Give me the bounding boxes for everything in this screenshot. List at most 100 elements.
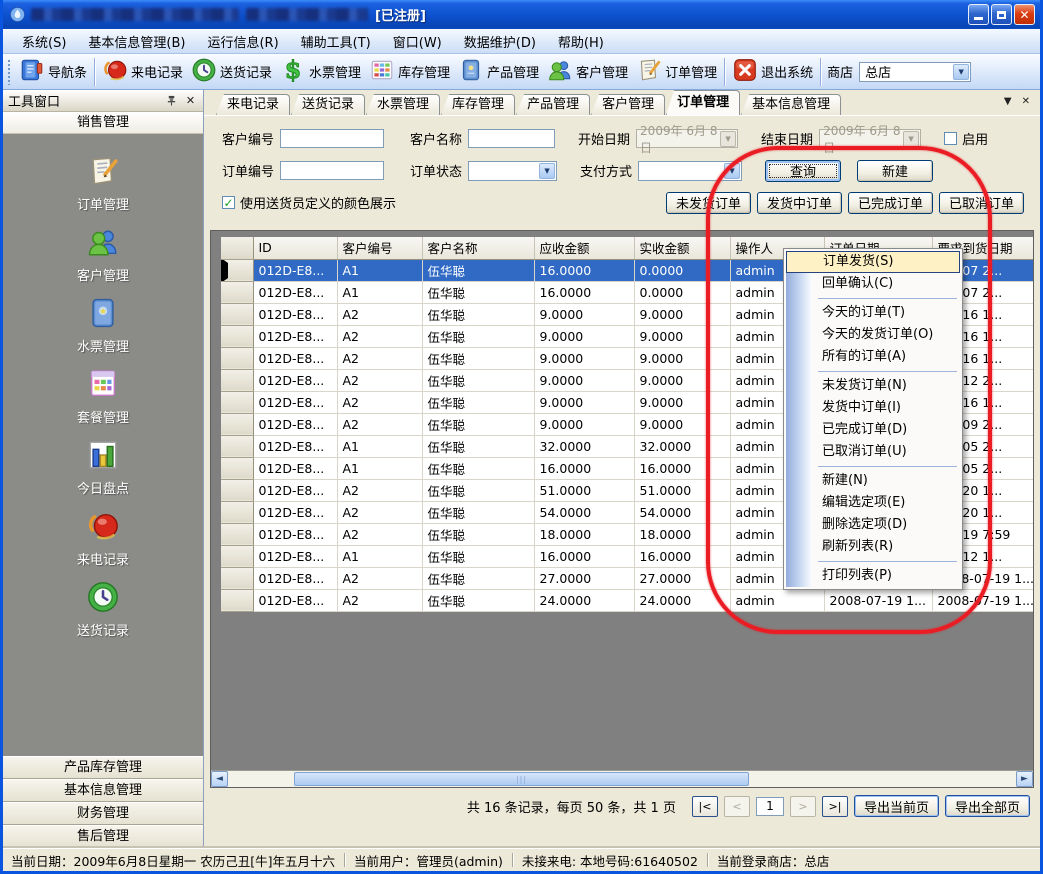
chevron-down-icon[interactable]: ▼ [953, 64, 969, 80]
sidebar-item-daily-stocktake[interactable]: 今日盘点 [77, 438, 129, 497]
row-selector-cell[interactable] [221, 523, 253, 545]
toolbar-products-button[interactable]: 产品管理 [454, 55, 543, 89]
first-page-button[interactable]: |< [692, 796, 718, 817]
tab-close-icon[interactable]: ✕ [1022, 96, 1030, 107]
scroll-left-icon[interactable]: ◄ [211, 771, 228, 787]
context-menu-item-confirm-receipt[interactable]: 回单确认(C) [786, 273, 960, 295]
sidebar-item-packages[interactable]: 套餐管理 [77, 367, 129, 426]
next-page-button[interactable]: > [790, 796, 816, 817]
tab-customers[interactable]: 客户管理 [591, 94, 665, 115]
context-menu-item-refresh-list[interactable]: 刷新列表(R) [786, 536, 960, 558]
menu-item-tools[interactable]: 辅助工具(T) [290, 29, 382, 54]
sidebar-item-call-records[interactable]: 来电记录 [77, 509, 129, 568]
unshipped-orders-button[interactable]: 未发货订单 [666, 192, 751, 214]
sidebar-group-sales[interactable]: 销售管理 [3, 112, 203, 134]
row-selector-cell[interactable] [221, 325, 253, 347]
tab-delivery-records[interactable]: 送货记录 [291, 94, 365, 115]
toolbar-delivery-records-button[interactable]: 送货记录 [187, 55, 276, 89]
chevron-down-icon[interactable]: ▼ [539, 163, 555, 179]
context-menu-item-completed-orders[interactable]: 已完成订单(D) [786, 419, 960, 441]
context-menu-item-new-order[interactable]: 新建(N) [786, 470, 960, 492]
menu-item-data-maintenance[interactable]: 数据维护(D) [453, 29, 547, 54]
context-menu-item-unshipped-orders[interactable]: 未发货订单(N) [786, 375, 960, 397]
row-selector-cell[interactable] [221, 501, 253, 523]
row-selector-cell[interactable] [221, 281, 253, 303]
export-current-page-button[interactable]: 导出当前页 [854, 795, 939, 817]
context-menu-item-all-orders[interactable]: 所有的订单(A) [786, 346, 960, 368]
tab-scroll-down-icon[interactable]: ▼ [1004, 96, 1012, 107]
customer-name-input[interactable] [468, 129, 555, 148]
sidebar-item-water-tickets[interactable]: 水票管理 [77, 296, 129, 355]
sidebar-group-basic-info[interactable]: 基本信息管理 [3, 779, 203, 802]
sidebar-group-finance[interactable]: 财务管理 [3, 802, 203, 825]
row-selector-cell[interactable] [221, 457, 253, 479]
tab-basic-info[interactable]: 基本信息管理 [741, 94, 841, 115]
sidebar-item-orders[interactable]: 订单管理 [77, 154, 129, 213]
row-selector-cell[interactable] [221, 589, 253, 611]
toolbar-inventory-button[interactable]: 库存管理 [365, 55, 454, 89]
completed-orders-button[interactable]: 已完成订单 [848, 192, 933, 214]
close-button[interactable]: ✕ [1014, 4, 1035, 25]
toolbar-call-records-button[interactable]: 来电记录 [98, 55, 187, 89]
shop-combo[interactable]: 总店 ▼ [859, 62, 971, 82]
context-menu-item-print-list[interactable]: 打印列表(P) [786, 565, 960, 587]
sidebar-item-delivery-records[interactable]: 送货记录 [77, 580, 129, 639]
maximize-button[interactable] [991, 4, 1012, 25]
menu-item-system[interactable]: 系统(S) [11, 29, 77, 54]
column-header[interactable]: 客户编号 [337, 237, 422, 259]
context-menu-item-delete-selected[interactable]: 删除选定项(D) [786, 514, 960, 536]
menu-item-basic-info[interactable]: 基本信息管理(B) [77, 29, 196, 54]
context-menu-item-todays-orders[interactable]: 今天的订单(T) [786, 302, 960, 324]
scroll-right-icon[interactable]: ► [1016, 771, 1033, 787]
delivery-color-checkbox[interactable]: ✓ [222, 196, 235, 209]
toolbar-navigator-button[interactable]: 导航条 [15, 55, 91, 89]
row-selector-cell[interactable] [221, 369, 253, 391]
row-selector-cell[interactable] [221, 479, 253, 501]
column-header[interactable]: 应收金额 [534, 237, 634, 259]
menu-item-help[interactable]: 帮助(H) [547, 29, 615, 54]
menu-item-runtime-info[interactable]: 运行信息(R) [196, 29, 289, 54]
new-button[interactable]: 新建 [857, 160, 933, 182]
export-all-pages-button[interactable]: 导出全部页 [945, 795, 1030, 817]
tab-products[interactable]: 产品管理 [516, 94, 590, 115]
context-menu-item-shipping-orders[interactable]: 发货中订单(I) [786, 397, 960, 419]
pay-method-combo[interactable]: ▼ [638, 161, 742, 181]
tab-inventory[interactable]: 库存管理 [441, 94, 515, 115]
minimize-button[interactable] [968, 4, 989, 25]
row-selector-cell[interactable] [221, 545, 253, 567]
column-header[interactable]: 实收金额 [634, 237, 730, 259]
tab-orders[interactable]: 订单管理 [666, 90, 740, 115]
query-button[interactable]: 查询 [765, 160, 841, 182]
chevron-down-icon[interactable]: ▼ [720, 131, 736, 147]
menu-item-window[interactable]: 窗口(W) [382, 29, 453, 54]
context-menu-item-todays-shipping-orders[interactable]: 今天的发货订单(O) [786, 324, 960, 346]
row-selector-cell[interactable] [221, 413, 253, 435]
column-header[interactable]: ID [253, 237, 337, 259]
order-no-input[interactable] [280, 161, 384, 180]
sidebar-item-customers[interactable]: 客户管理 [77, 225, 129, 284]
pin-icon[interactable] [164, 93, 179, 108]
table-row[interactable]: 012D-E8...A2伍华聪24.000024.0000admin2008-0… [221, 589, 1033, 611]
chevron-down-icon[interactable]: ▼ [724, 163, 740, 179]
enable-checkbox[interactable] [944, 132, 957, 145]
tab-water-tickets[interactable]: 水票管理 [366, 94, 440, 115]
column-header[interactable]: 客户名称 [422, 237, 534, 259]
row-selector-cell[interactable] [221, 391, 253, 413]
row-selector-cell[interactable] [221, 347, 253, 369]
context-menu-item-edit-selected[interactable]: 编辑选定项(E) [786, 492, 960, 514]
sidebar-group-after-sales[interactable]: 售后管理 [3, 825, 203, 848]
last-page-button[interactable]: >| [822, 796, 848, 817]
end-date-picker[interactable]: 2009年 6月 8日 ▼ [819, 129, 921, 148]
order-status-combo[interactable]: ▼ [468, 161, 557, 181]
toolbar-grip[interactable] [7, 59, 12, 85]
tab-call-records[interactable]: 来电记录 [216, 94, 290, 115]
prev-page-button[interactable]: < [724, 796, 750, 817]
sidebar-group-product-inventory[interactable]: 产品库存管理 [3, 756, 203, 779]
chevron-down-icon[interactable]: ▼ [903, 131, 919, 147]
row-selector-cell[interactable] [221, 303, 253, 325]
row-selector-cell[interactable] [221, 435, 253, 457]
toolbar-water-tickets-button[interactable]: $水票管理 [276, 55, 365, 89]
toolbar-exit-button[interactable]: 退出系统 [728, 55, 817, 89]
toolbar-customers-button[interactable]: 客户管理 [543, 55, 632, 89]
row-selector-cell[interactable] [221, 567, 253, 589]
